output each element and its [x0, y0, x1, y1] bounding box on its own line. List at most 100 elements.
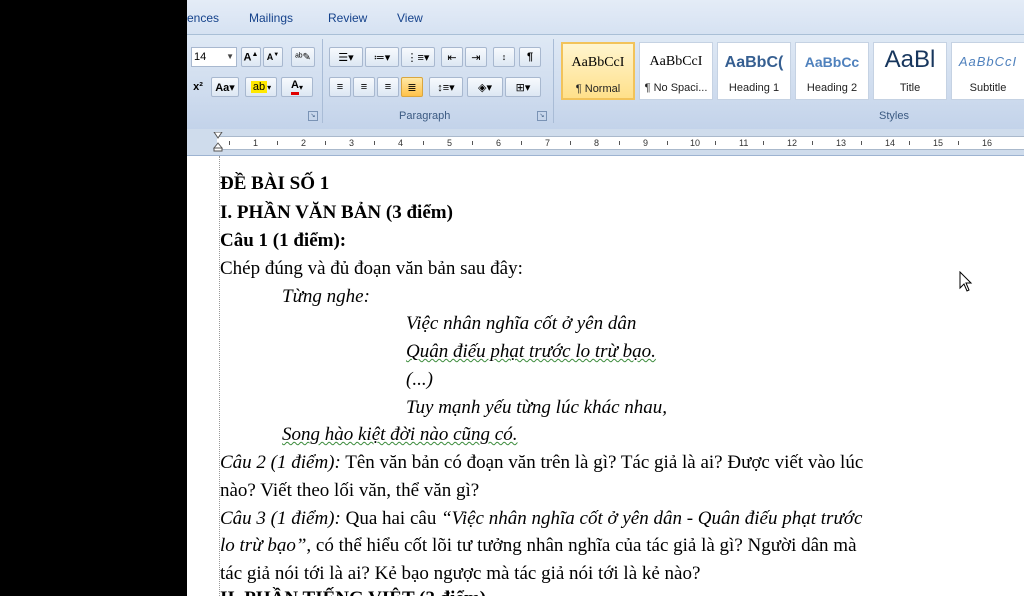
align-right-button[interactable]: ≡ — [377, 77, 399, 97]
borders-button[interactable]: ⊞▾ — [505, 77, 541, 97]
increase-indent-icon: ⇥ — [471, 51, 481, 64]
question-heading: Câu 1 (1 điểm): — [220, 230, 347, 251]
show-formatting-button[interactable]: ¶ — [519, 47, 541, 67]
ribbon-tabs: ences Mailings Review View — [187, 0, 1024, 34]
numbering-button[interactable]: ≔▾ — [365, 47, 399, 67]
style-heading-1[interactable]: AaBbC( Heading 1 — [717, 42, 791, 100]
style-sample: AaBbCcI — [649, 54, 703, 69]
multilevel-list-icon: ⋮≡▾ — [406, 51, 430, 64]
style-heading-2[interactable]: AaBbCc Heading 2 — [795, 42, 869, 100]
style-subtitle[interactable]: AaBbCcI Subtitle — [951, 42, 1024, 100]
word-window: ences Mailings Review View 14 ▼ A▲ A▼ ᵃᵇ… — [187, 0, 1024, 596]
paragraph-group-label: Paragraph — [399, 110, 451, 122]
ruler-tick — [861, 141, 862, 145]
shading-bucket-icon: ◈▾ — [478, 81, 492, 94]
chevron-down-icon: ▼ — [226, 52, 234, 61]
ruler-tick — [521, 141, 522, 145]
style-name: ¶ Normal — [575, 83, 621, 95]
line-spacing-icon: ↕≡▾ — [437, 81, 455, 94]
style-name: ¶ No Spaci... — [644, 82, 708, 94]
align-left-button[interactable]: ≡ — [329, 77, 351, 97]
borders-icon: ⊞▾ — [515, 81, 531, 94]
bullets-button[interactable]: ☰▾ — [329, 47, 363, 67]
bullets-icon: ☰▾ — [338, 51, 354, 64]
tab-mailings[interactable]: Mailings — [249, 11, 293, 25]
question-3-quote-end: lo trừ bạo” — [220, 535, 307, 556]
ruler-tick — [715, 141, 716, 145]
align-right-icon: ≡ — [384, 81, 392, 93]
styles-group-label: Styles — [879, 110, 909, 122]
ruler-number: 4 — [398, 138, 404, 148]
ruler-tick — [958, 141, 959, 145]
shading-button[interactable]: ◈▾ — [467, 77, 503, 97]
ruler-number: 2 — [301, 138, 307, 148]
indent-marker-icon[interactable] — [213, 132, 223, 152]
ruler-tick — [229, 141, 230, 145]
paragraph-dialog-launcher[interactable]: ↘ — [537, 111, 547, 121]
align-center-button[interactable]: ≡ — [353, 77, 375, 97]
ruler-number: 14 — [885, 138, 896, 148]
question-3-label: Câu 3 (1 điểm): — [220, 508, 341, 529]
ruler-number: 5 — [447, 138, 453, 148]
ruler-tick — [570, 141, 571, 145]
horizontal-ruler[interactable]: 1 2 3 4 5 6 7 8 9 10 11 12 13 14 15 16 — [187, 129, 1024, 156]
decrease-indent-button[interactable]: ⇤ — [441, 47, 463, 67]
ruler-number: 9 — [643, 138, 649, 148]
font-color-button[interactable]: A ▾ — [281, 77, 313, 97]
group-separator — [322, 39, 323, 123]
tab-references[interactable]: ences — [187, 11, 219, 25]
tab-review[interactable]: Review — [328, 11, 367, 25]
align-left-icon: ≡ — [336, 81, 344, 93]
increase-indent-button[interactable]: ⇥ — [465, 47, 487, 67]
poem-line: (...) — [406, 369, 433, 390]
style-no-spacing[interactable]: AaBbCcI ¶ No Spaci... — [639, 42, 713, 100]
style-sample: AaBbCc — [804, 54, 860, 70]
doc-title: ĐỀ BÀI SỐ 1 — [220, 173, 330, 194]
style-name: Heading 2 — [806, 82, 858, 94]
poem-line: Song hào kiệt đời nào cũng có. — [282, 424, 518, 445]
ruler-number: 12 — [787, 138, 798, 148]
style-sample: AaBbCcI — [958, 54, 1018, 69]
style-name: Subtitle — [969, 82, 1007, 94]
style-normal[interactable]: AaBbCcI ¶ Normal — [561, 42, 635, 100]
grow-font-button[interactable]: A▲ — [241, 47, 261, 67]
ruler-tick — [812, 141, 813, 145]
group-separator — [553, 39, 554, 123]
ribbon: 14 ▼ A▲ A▼ ᵃᵇ✎ x² Aa▾ ab ▾ A ▾ ☰▾ ≔▾ ⋮≡▾ ⇤… — [187, 34, 1024, 130]
highlight-button[interactable]: ab ▾ — [245, 77, 277, 97]
ruler-tick — [374, 141, 375, 145]
ruler-tick — [325, 141, 326, 145]
question-3-line-2: lo trừ bạo”, có thể hiểu cốt lõi tư tưởn… — [220, 535, 857, 557]
ruler-tick — [667, 141, 668, 145]
question-2-line: Câu 2 (1 điểm): Tên văn bản có đoạn văn … — [220, 452, 863, 474]
ruler-number: 1 — [253, 138, 259, 148]
tab-view[interactable]: View — [397, 11, 423, 25]
question-2-label: Câu 2 (1 điểm): — [220, 452, 341, 473]
style-title[interactable]: AaBl Title — [873, 42, 947, 100]
superscript-button[interactable]: x² — [189, 77, 207, 97]
font-dialog-launcher[interactable]: ↘ — [308, 111, 318, 121]
multilevel-list-button[interactable]: ⋮≡▾ — [401, 47, 435, 67]
font-size-dropdown[interactable]: 14 ▼ — [191, 47, 237, 67]
ruler-number: 8 — [594, 138, 600, 148]
question-3-quote: “Việc nhân nghĩa cốt ở yên dân - Quân đi… — [441, 508, 863, 529]
sort-button[interactable]: ↕ — [493, 47, 515, 67]
shrink-font-button[interactable]: A▼ — [263, 47, 283, 67]
numbering-icon: ≔▾ — [373, 51, 391, 64]
clear-format-button[interactable]: ᵃᵇ✎ — [291, 47, 315, 67]
line-spacing-button[interactable]: ↕≡▾ — [429, 77, 463, 97]
ruler-number: 7 — [545, 138, 551, 148]
ruler-tick — [277, 141, 278, 145]
document-page[interactable]: ĐỀ BÀI SỐ 1 I. PHẦN VĂN BẢN (3 điểm) Câu… — [187, 156, 1024, 596]
question-2-text: Tên văn bản có đoạn văn trên là gì? Tác … — [340, 452, 864, 473]
poem-line: Tuy mạnh yếu từng lúc khác nhau, — [406, 397, 668, 418]
justify-button[interactable]: ≣ — [401, 77, 423, 97]
font-color-icon: A — [291, 79, 299, 95]
poem-line: Quân điếu phạt trước lo trừ bạo. — [406, 341, 656, 362]
style-name: Title — [899, 82, 921, 94]
change-case-button[interactable]: Aa▾ — [211, 77, 239, 97]
ruler-number: 10 — [690, 138, 701, 148]
question-3-text-2: , có thể hiểu cốt lõi tư tưởng nhân nghĩ… — [306, 535, 857, 556]
style-sample: AaBbC( — [724, 54, 784, 71]
section-heading: I. PHẦN VĂN BẢN (3 điểm) — [220, 202, 453, 223]
